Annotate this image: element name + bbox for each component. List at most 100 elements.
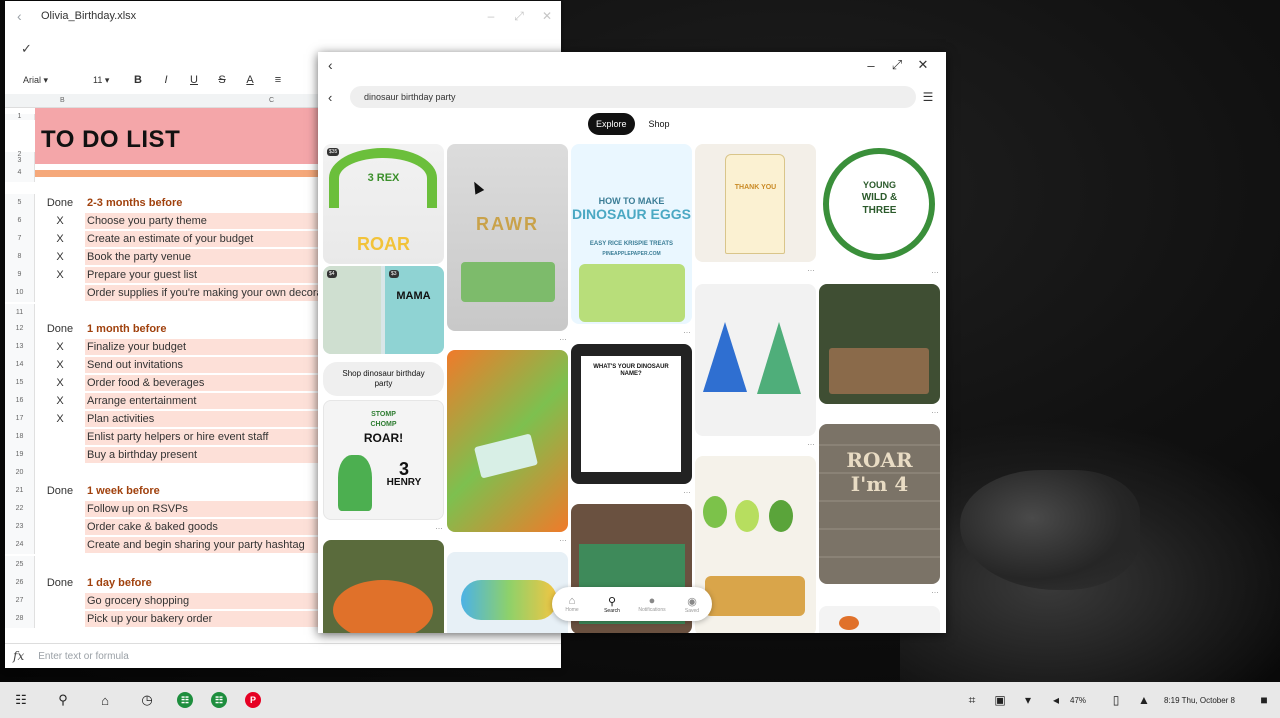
status-cell[interactable]: X (35, 341, 85, 353)
row-number[interactable]: 26 (5, 574, 35, 592)
status-cell[interactable]: Done (35, 485, 85, 497)
search-icon[interactable]: ⚲ (42, 692, 84, 708)
row-number[interactable]: 23 (5, 518, 35, 536)
row-number[interactable]: 8 (5, 248, 35, 266)
pin-card[interactable] (819, 606, 940, 633)
more-options-icon[interactable]: … (447, 333, 568, 342)
font-select[interactable]: Arial ▾ (23, 75, 79, 86)
lock-icon[interactable]: ■ (1248, 693, 1280, 707)
shop-dinosaur-button[interactable]: Shop dinosaur birthday party (323, 362, 444, 396)
status-cell[interactable]: X (35, 269, 85, 281)
pin-card[interactable] (819, 284, 940, 404)
row-number[interactable]: 16 (5, 392, 35, 410)
row-number[interactable]: 18 (5, 428, 35, 446)
pin-card[interactable]: THANK YOU (695, 144, 816, 262)
bold-icon[interactable]: B (131, 74, 145, 86)
close-icon[interactable]: ✕ (533, 9, 561, 23)
more-options-icon[interactable]: … (819, 586, 940, 595)
row-number[interactable]: 25 (5, 556, 35, 574)
nav-notifications[interactable]: ● Notifications (634, 595, 670, 613)
pin-card[interactable]: STOMP CHOMP ROAR! HENRY 3 (323, 400, 444, 520)
pin-card[interactable] (447, 350, 568, 532)
search-input[interactable]: dinosaur birthday party (350, 86, 916, 108)
more-options-icon[interactable]: … (695, 264, 816, 273)
strikethrough-icon[interactable]: S (215, 74, 229, 86)
text-color-icon[interactable]: A (243, 74, 257, 86)
status-cell[interactable]: X (35, 377, 85, 389)
more-options-icon[interactable]: … (819, 266, 940, 275)
pin-card[interactable]: MAMA $4 $3 (323, 266, 444, 354)
row-number[interactable]: 17 (5, 410, 35, 428)
status-cell[interactable]: X (35, 215, 85, 227)
pin-card[interactable]: YOUNG WILD & THREE (819, 144, 940, 264)
maximize-icon[interactable]: ⤢ (884, 57, 910, 73)
pin-card[interactable] (695, 456, 816, 633)
pin-card[interactable] (695, 284, 816, 436)
row-number[interactable]: 7 (5, 230, 35, 248)
back-icon[interactable]: ‹ (328, 57, 858, 73)
status-cell[interactable]: X (35, 359, 85, 371)
pin-card[interactable]: ROAR I'm 4 (819, 424, 940, 584)
nav-search[interactable]: ⚲ Search (594, 595, 630, 614)
status-cell[interactable]: X (35, 395, 85, 407)
home-icon[interactable]: ⌂ (84, 693, 126, 708)
filter-icon[interactable]: ☰ (916, 90, 940, 104)
row-number[interactable]: 9 (5, 266, 35, 284)
status-cell[interactable]: X (35, 251, 85, 263)
status-cell[interactable]: Done (35, 197, 85, 209)
phone-icon[interactable]: ▯ (1102, 693, 1130, 707)
align-icon[interactable]: ≡ (271, 74, 285, 86)
pin-card[interactable] (323, 540, 444, 633)
status-cell[interactable]: X (35, 413, 85, 425)
bell-icon[interactable]: ▲ (1130, 693, 1158, 707)
status-cell[interactable]: Done (35, 577, 85, 589)
minimize-icon[interactable]: – (858, 58, 884, 73)
back-icon[interactable]: ‹ (17, 8, 41, 24)
row-number[interactable]: 13 (5, 338, 35, 356)
minimize-icon[interactable]: – (477, 9, 505, 23)
row-number[interactable]: 14 (5, 356, 35, 374)
nav-home[interactable]: ⌂ Home (554, 595, 590, 613)
column-c-header[interactable]: C (269, 97, 274, 104)
pin-card[interactable]: RAWR (447, 144, 568, 331)
nav-saved[interactable]: ◉ Saved (674, 595, 710, 614)
volume-icon[interactable]: ◂ (1042, 693, 1070, 707)
close-icon[interactable]: ✕ (910, 57, 936, 73)
more-options-icon[interactable]: … (695, 438, 816, 447)
column-b-header[interactable]: B (60, 97, 65, 104)
row-number[interactable]: 4 (5, 164, 35, 182)
tab-explore[interactable]: Explore (588, 113, 635, 135)
pin-card[interactable]: 3 REX ROAR $35 (323, 144, 444, 264)
underline-icon[interactable]: U (187, 74, 201, 86)
screen-capture-icon[interactable]: ▣ (986, 693, 1014, 707)
wifi-icon[interactable]: ▾ (1014, 693, 1042, 707)
more-options-icon[interactable]: … (447, 534, 568, 543)
check-icon[interactable]: ✓ (21, 41, 32, 57)
clock[interactable]: 8:19 Thu, October 8 (1158, 696, 1248, 705)
row-number[interactable]: 27 (5, 592, 35, 610)
more-options-icon[interactable]: … (323, 522, 444, 531)
sheets-app-icon-2[interactable]: ☷ (205, 686, 233, 714)
launcher-icon[interactable]: ☷ (0, 692, 42, 708)
row-number[interactable]: 6 (5, 212, 35, 230)
pin-card[interactable]: WHAT'S YOUR DINOSAUR NAME? (571, 344, 692, 484)
italic-icon[interactable]: I (159, 74, 173, 86)
formula-bar[interactable]: fx Enter text or formula (5, 643, 561, 668)
row-number[interactable]: 1 (5, 113, 35, 120)
status-tray[interactable]: ⌗ ▣ ▾ ◂ 47% ▯ ▲ 8:19 Thu, October 8 ■ (958, 682, 1280, 718)
row-number[interactable]: 15 (5, 374, 35, 392)
font-size-select[interactable]: 11 ▾ (93, 75, 117, 86)
pin-card[interactable] (447, 552, 568, 633)
row-number[interactable]: 21 (5, 482, 35, 500)
row-number[interactable]: 20 (5, 464, 35, 482)
formula-input[interactable]: Enter text or formula (38, 651, 129, 662)
tab-shop[interactable]: Shop (641, 113, 678, 135)
row-number[interactable]: 28 (5, 610, 35, 628)
history-icon[interactable]: ◷ (126, 692, 168, 708)
sheets-app-icon[interactable]: ☷ (171, 686, 199, 714)
pinterest-app-icon[interactable]: P (239, 686, 267, 714)
row-number[interactable]: 19 (5, 446, 35, 464)
more-options-icon[interactable]: … (571, 486, 692, 495)
status-cell[interactable]: Done (35, 323, 85, 335)
row-number[interactable]: 22 (5, 500, 35, 518)
